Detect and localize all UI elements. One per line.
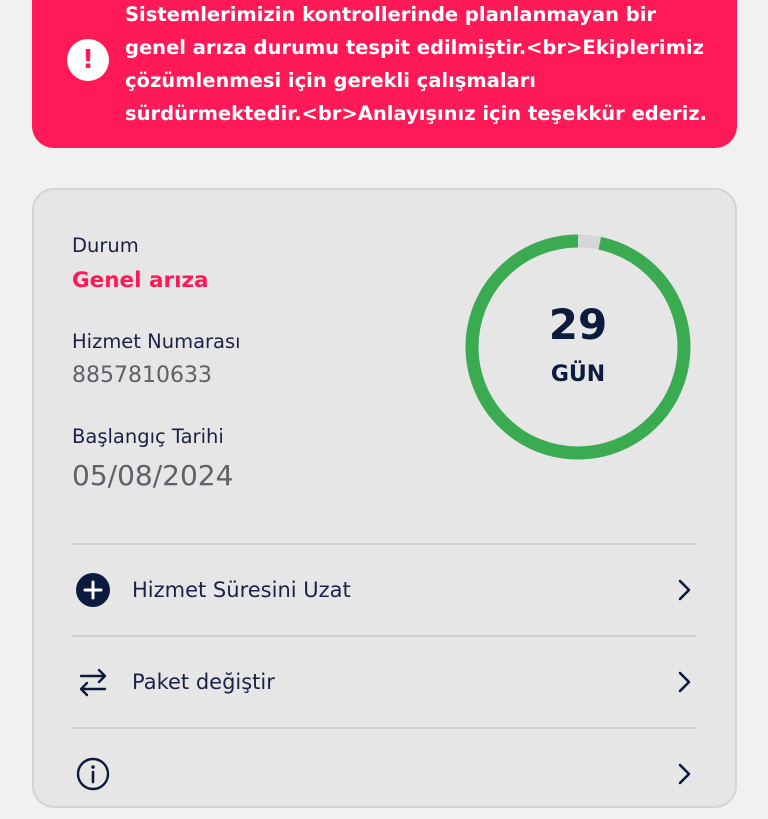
days-unit-label: GÜN xyxy=(550,362,606,387)
change-package-row[interactable]: Paket değiştir xyxy=(72,637,696,727)
change-package-label: Paket değiştir xyxy=(132,670,275,694)
swap-arrows-icon xyxy=(72,661,114,703)
chevron-right-icon xyxy=(672,578,696,602)
start-date-label: Başlangıç Tarihi xyxy=(72,425,224,448)
status-value: Genel arıza xyxy=(72,268,209,293)
exclamation-icon: ! xyxy=(67,39,109,81)
start-date-value: 05/08/2024 xyxy=(72,459,234,492)
service-number-value: 8857810633 xyxy=(72,363,212,388)
extend-service-label: Hizmet Süresini Uzat xyxy=(132,578,351,602)
chevron-right-icon xyxy=(672,670,696,694)
outage-alert-banner: ! Sistemlerimizin kontrollerinde planlan… xyxy=(32,0,737,148)
chevron-right-icon xyxy=(672,762,696,786)
third-action-row[interactable] xyxy=(72,729,696,819)
days-remaining-count: 29 xyxy=(548,300,608,349)
extend-service-row[interactable]: Hizmet Süresini Uzat xyxy=(72,545,696,635)
service-number-label: Hizmet Numarası xyxy=(72,330,241,353)
status-label: Durum xyxy=(72,234,139,257)
plus-circle-icon xyxy=(72,569,114,611)
info-icon xyxy=(72,753,114,795)
alert-message: Sistemlerimizin kontrollerinde planlanma… xyxy=(125,3,708,125)
